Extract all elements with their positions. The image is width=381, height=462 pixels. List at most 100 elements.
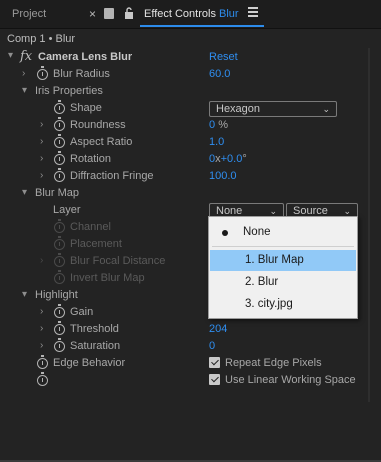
menu-item-label: None — [243, 226, 271, 238]
param-label: Placement — [70, 238, 122, 250]
stopwatch-icon[interactable] — [54, 321, 65, 335]
param-label: Roundness — [70, 119, 126, 131]
group-row-blur-map: ▾ Blur Map — [0, 185, 366, 202]
chevron-right-icon[interactable]: › — [40, 136, 43, 147]
menu-item-blur[interactable]: 2. Blur — [210, 272, 356, 293]
param-value[interactable]: 204 — [209, 323, 227, 335]
param-value-group: 0 % — [209, 119, 228, 131]
group-label: Highlight — [35, 289, 78, 301]
stopwatch-icon — [54, 236, 65, 250]
param-value[interactable]: 1.0 — [209, 136, 224, 148]
param-label: Invert Blur Map — [70, 272, 145, 284]
stopwatch-icon[interactable] — [54, 117, 65, 131]
param-row-rotation: › Rotation 0x+0.0° — [0, 151, 366, 168]
tab-project[interactable]: Project — [12, 8, 46, 20]
reset-link[interactable]: Reset — [209, 51, 238, 63]
layer-popup-menu: None 1. Blur Map 2. Blur 3. city.jpg — [208, 216, 358, 319]
param-label: Shape — [70, 102, 102, 114]
param-row-saturation: › Saturation 0 — [0, 338, 366, 355]
lock-icon[interactable] — [124, 7, 134, 19]
chevron-down-icon[interactable]: ▾ — [22, 289, 27, 300]
linear-working-space-checkbox[interactable] — [209, 374, 220, 385]
chevron-right-icon[interactable]: › — [40, 306, 43, 317]
chevron-right-icon[interactable]: › — [40, 170, 43, 181]
stopwatch-icon — [54, 253, 65, 267]
param-value[interactable]: 100.0 — [209, 170, 237, 182]
param-label: Saturation — [70, 340, 121, 352]
param-label: Gain — [70, 306, 94, 318]
param-value[interactable]: 0 — [209, 119, 215, 131]
stopwatch-icon — [54, 219, 65, 233]
stopwatch-icon[interactable] — [54, 338, 65, 352]
checkbox-label[interactable]: Repeat Edge Pixels — [225, 357, 322, 369]
param-label: Aspect Ratio — [70, 136, 133, 148]
effect-name: Camera Lens Blur — [38, 51, 133, 63]
stopwatch-icon[interactable] — [54, 134, 65, 148]
param-row-aspect-ratio: › Aspect Ratio 1.0 — [0, 134, 366, 151]
stopwatch-icon[interactable] — [54, 151, 65, 165]
param-unit: ° — [242, 153, 247, 165]
chevron-down-icon: ⌄ — [322, 104, 330, 114]
tab-effect-controls[interactable]: Effect Controls Blur — [144, 8, 239, 20]
stopwatch-icon[interactable] — [37, 372, 48, 386]
close-tab-icon[interactable]: × — [89, 7, 96, 21]
menu-item-label: 3. city.jpg — [245, 298, 293, 310]
param-label: Diffraction Fringe — [70, 170, 154, 182]
param-value[interactable]: 0 — [209, 340, 215, 352]
param-row-threshold: › Threshold 204 — [0, 321, 366, 338]
group-row-iris-properties: ▾ Iris Properties — [0, 83, 366, 100]
chevron-down-icon[interactable]: ▾ — [22, 85, 27, 96]
shape-dropdown[interactable]: Hexagon ⌄ — [209, 101, 337, 117]
stopwatch-icon[interactable] — [37, 66, 48, 80]
param-row-linear-working-space: Use Linear Working Space — [0, 372, 366, 389]
effect-header-row: ▾ fx Camera Lens Blur Reset — [0, 49, 366, 66]
chevron-down-icon[interactable]: ▾ — [22, 187, 27, 198]
stopwatch-icon[interactable] — [37, 355, 48, 369]
param-row-diffraction-fringe: › Diffraction Fringe 100.0 — [0, 168, 366, 185]
chevron-right-icon[interactable]: › — [22, 68, 25, 79]
stopwatch-icon[interactable] — [54, 100, 65, 114]
panel-menu-icon[interactable] — [248, 7, 258, 18]
menu-item-blur-map[interactable]: 1. Blur Map — [210, 250, 356, 271]
comp-layer-title: Comp 1 • Blur — [7, 33, 76, 45]
menu-item-city-jpg[interactable]: 3. city.jpg — [210, 294, 356, 315]
param-row-roundness: › Roundness 0 % — [0, 117, 366, 134]
checkbox-label[interactable]: Use Linear Working Space — [225, 374, 356, 386]
chevron-right-icon[interactable]: › — [40, 323, 43, 334]
tab-effect-controls-layer: Blur — [219, 8, 239, 20]
dropdown-value: Hexagon — [216, 103, 261, 115]
param-value[interactable]: 60.0 — [209, 68, 230, 80]
chevron-right-icon[interactable]: › — [40, 119, 43, 130]
menu-item-label: 2. Blur — [245, 276, 279, 288]
param-value-group: 0x+0.0° — [209, 153, 247, 165]
selected-bullet-icon — [222, 230, 228, 236]
active-tab-indicator — [140, 25, 264, 27]
scrollbar-track[interactable] — [368, 48, 370, 402]
param-label: Rotation — [70, 153, 111, 165]
param-label: Threshold — [70, 323, 119, 335]
stopwatch-icon[interactable] — [54, 168, 65, 182]
stopwatch-icon — [54, 270, 65, 284]
param-label: Layer — [53, 204, 81, 216]
panel-color-swatch-icon — [104, 8, 114, 19]
param-label: Blur Radius — [53, 68, 110, 80]
menu-separator — [212, 246, 354, 247]
panel-tab-bar: Project × Effect Controls Blur — [0, 0, 381, 29]
group-label: Blur Map — [35, 187, 80, 199]
stopwatch-icon[interactable] — [54, 304, 65, 318]
repeat-edge-pixels-checkbox[interactable] — [209, 357, 220, 368]
param-label: Channel — [70, 221, 111, 233]
param-row-blur-radius: › Blur Radius 60.0 — [0, 66, 366, 83]
param-label: Edge Behavior — [53, 357, 126, 369]
chevron-right-icon[interactable]: › — [40, 153, 43, 164]
menu-item-label: 1. Blur Map — [245, 254, 304, 266]
param-label: Blur Focal Distance — [70, 255, 166, 267]
rotation-degrees-value[interactable]: +0.0 — [221, 153, 243, 165]
fx-icon[interactable]: fx — [20, 49, 32, 64]
chevron-down-icon[interactable]: ▾ — [8, 50, 13, 61]
chevron-right-icon[interactable]: › — [40, 340, 43, 351]
tab-effect-controls-prefix: Effect Controls — [144, 8, 216, 20]
param-unit: % — [218, 119, 228, 131]
param-row-shape: Shape Hexagon ⌄ — [0, 100, 366, 117]
menu-item-none[interactable]: None — [210, 222, 356, 243]
